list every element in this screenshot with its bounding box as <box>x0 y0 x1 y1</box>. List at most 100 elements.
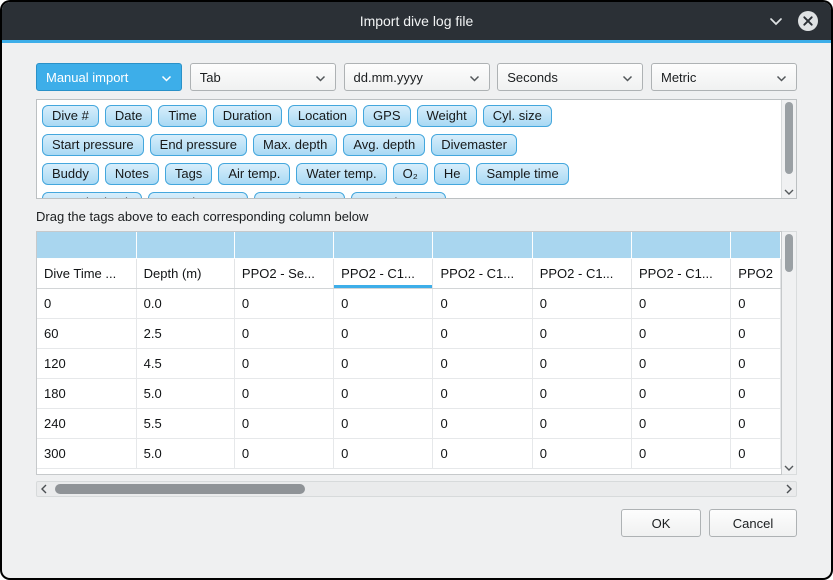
tag-sample-cns[interactable]: Sample CNS <box>351 192 446 199</box>
table-cell: 0 <box>731 318 781 348</box>
tag-dive[interactable]: Dive # <box>42 105 99 127</box>
ok-button[interactable]: OK <box>621 509 701 537</box>
tag-max-depth[interactable]: Max. depth <box>253 134 337 156</box>
units-select[interactable]: Metric <box>651 63 797 91</box>
table-cell: 60 <box>37 318 136 348</box>
titlebar[interactable]: Import dive log file <box>2 2 831 40</box>
table-row: 1204.5000000 <box>37 348 781 378</box>
tag-air-temp[interactable]: Air temp. <box>218 163 290 185</box>
table-cell: 0 <box>532 438 631 468</box>
table-cell: 0 <box>234 378 333 408</box>
duration-format-select[interactable]: Seconds <box>497 63 643 91</box>
drop-target-cell[interactable] <box>234 232 333 258</box>
tag-start-pressure[interactable]: Start pressure <box>42 134 144 156</box>
window-frame: Import dive log file Manual import Tab <box>0 0 833 580</box>
import-mode-select[interactable]: Manual import <box>36 63 182 91</box>
table-cell: 0 <box>731 438 781 468</box>
tag-location[interactable]: Location <box>288 105 357 127</box>
tag-weight[interactable]: Weight <box>417 105 477 127</box>
drop-target-cell[interactable] <box>433 232 532 258</box>
titlebar-buttons <box>769 2 819 40</box>
window-title: Import dive log file <box>360 13 474 29</box>
drop-target-cell[interactable] <box>136 232 234 258</box>
table-cell: 0 <box>334 408 433 438</box>
table-cell: 300 <box>37 438 136 468</box>
drop-target-cell[interactable] <box>334 232 433 258</box>
tag-sample-po[interactable]: Sample pO₂ <box>254 192 344 199</box>
table-cell: 0 <box>632 348 731 378</box>
chevron-down-icon <box>161 70 172 85</box>
tag-date[interactable]: Date <box>105 105 152 127</box>
table-cell: 0.0 <box>136 288 234 318</box>
drop-target-cell[interactable] <box>731 232 781 258</box>
preview-table-block: Dive Time ...Depth (m)PPO2 - Se...PPO2 -… <box>36 231 797 475</box>
column-header: PPO2 - Se... <box>234 258 333 288</box>
table-cell: 0 <box>632 288 731 318</box>
scrollbar-thumb[interactable] <box>785 234 793 272</box>
table-cell: 0 <box>334 438 433 468</box>
combo-value: dd.mm.yyyy <box>354 70 463 85</box>
tag-sample-depth[interactable]: Sample depth <box>42 192 142 199</box>
tag-o[interactable]: O₂ <box>393 163 428 185</box>
column-header: PPO2 - C1... <box>433 258 532 288</box>
preview-table-viewport: Dive Time ...Depth (m)PPO2 - Se...PPO2 -… <box>36 231 782 475</box>
scrollbar-thumb[interactable] <box>785 102 793 174</box>
chevron-down-icon[interactable] <box>769 17 783 26</box>
table-cell: 2.5 <box>136 318 234 348</box>
drop-target-cell[interactable] <box>37 232 136 258</box>
tag-water-temp[interactable]: Water temp. <box>296 163 386 185</box>
tag-cyl-size[interactable]: Cyl. size <box>483 105 552 127</box>
table-cell: 0 <box>234 408 333 438</box>
table-cell: 0 <box>234 438 333 468</box>
table-cell: 5.5 <box>136 408 234 438</box>
scroll-down-icon[interactable] <box>782 465 796 471</box>
table-horizontal-scrollbar[interactable] <box>36 481 797 497</box>
close-button[interactable] <box>797 10 819 32</box>
table-cell: 0 <box>632 378 731 408</box>
tag-gps[interactable]: GPS <box>363 105 410 127</box>
table-cell: 4.5 <box>136 348 234 378</box>
tag-buddy[interactable]: Buddy <box>42 163 99 185</box>
tag-duration[interactable]: Duration <box>213 105 282 127</box>
table-cell: 0 <box>433 408 532 438</box>
drop-target-cell[interactable] <box>532 232 631 258</box>
tag-sample-time[interactable]: Sample time <box>476 163 568 185</box>
scroll-left-icon[interactable] <box>41 482 47 496</box>
table-cell: 240 <box>37 408 136 438</box>
field-separator-select[interactable]: Tab <box>190 63 336 91</box>
table-cell: 0 <box>334 288 433 318</box>
tag-row: Buddy Notes Tags Air temp. Water temp. O₂ HeSa… <box>42 163 774 185</box>
tag-notes[interactable]: Notes <box>105 163 159 185</box>
table-cell: 0 <box>532 288 631 318</box>
chevron-down-icon <box>776 70 787 85</box>
column-header: PPO2 - C1... <box>334 258 433 288</box>
chevron-down-icon <box>622 70 633 85</box>
table-cell: 0 <box>334 378 433 408</box>
scroll-right-icon[interactable] <box>786 482 792 496</box>
drop-target-cell[interactable] <box>632 232 731 258</box>
date-format-select[interactable]: dd.mm.yyyy <box>344 63 490 91</box>
tag-avg-depth[interactable]: Avg. depth <box>343 134 425 156</box>
tag-he[interactable]: He <box>434 163 471 185</box>
combo-value: Manual import <box>46 70 155 85</box>
table-row: 2405.5000000 <box>37 408 781 438</box>
tag-tags[interactable]: Tags <box>165 163 212 185</box>
scrollbar-thumb[interactable] <box>55 484 305 494</box>
table-cell: 0 <box>632 438 731 468</box>
tag-divemaster[interactable]: Divemaster <box>431 134 517 156</box>
table-cell: 0 <box>731 378 781 408</box>
tag-row: Sample depth Sample temp. Sample pO₂ Sample… <box>42 192 774 199</box>
tag-pool-scrollbar[interactable] <box>781 100 796 198</box>
table-vertical-scrollbar[interactable] <box>782 231 797 475</box>
tag-time[interactable]: Time <box>158 105 206 127</box>
column-header: Dive Time ... <box>37 258 136 288</box>
tag-sample-temp[interactable]: Sample temp. <box>148 192 248 199</box>
table-cell: 0 <box>234 348 333 378</box>
cancel-button[interactable]: Cancel <box>709 509 797 537</box>
table-cell: 120 <box>37 348 136 378</box>
tag-end-pressure[interactable]: End pressure <box>150 134 247 156</box>
scroll-down-icon[interactable] <box>782 189 796 195</box>
tag-row: Start pressure End pressure Max. depth Avg.… <box>42 134 774 156</box>
instruction-text: Drag the tags above to each correspondin… <box>36 209 797 224</box>
combo-value: Tab <box>200 70 309 85</box>
